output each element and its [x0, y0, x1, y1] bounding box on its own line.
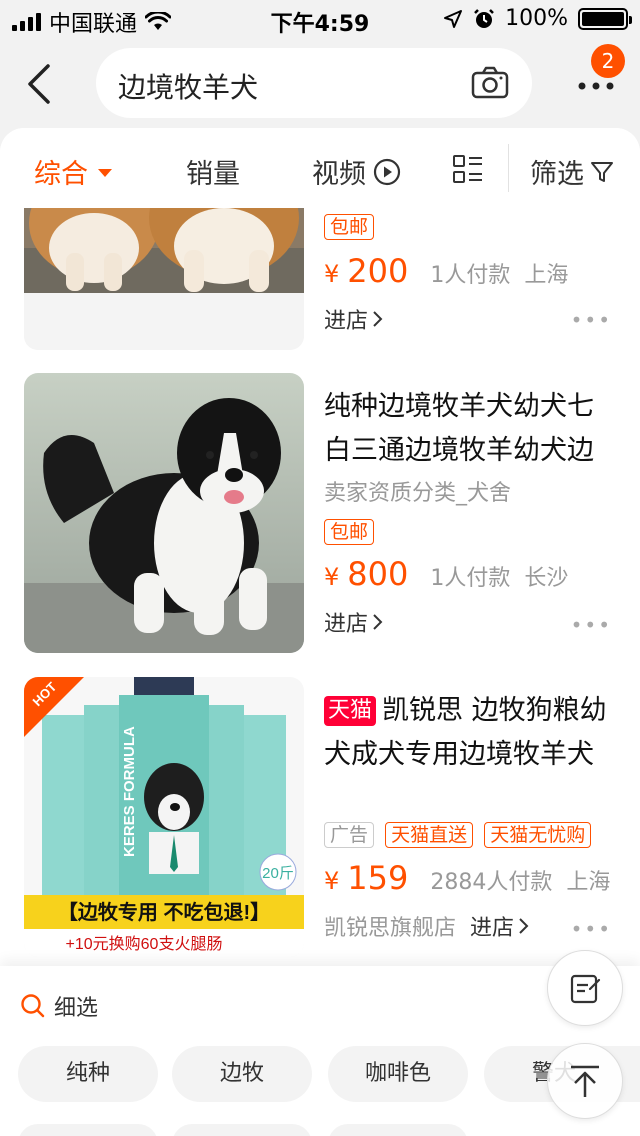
more-dots-icon[interactable]: •••: [571, 613, 612, 637]
chevron-right-icon: [373, 311, 383, 327]
currency-symbol: ¥: [324, 867, 340, 895]
store-link-label: 进店: [470, 916, 515, 941]
back-button[interactable]: [22, 62, 56, 106]
price-row: ¥ 800 1人付款 长沙: [324, 555, 568, 593]
filter-funnel-icon: [591, 161, 613, 182]
filter-chip-row-2: [18, 1124, 158, 1136]
filter-chip[interactable]: 咖啡色: [328, 1046, 468, 1102]
store-link[interactable]: 凯锐思旗舰店 进店: [324, 910, 530, 942]
shop-name: 凯锐思旗舰店: [324, 916, 457, 941]
tab-filter[interactable]: 筛选: [530, 152, 614, 191]
tag-list: 广告 天猫直送 天猫无忧购: [324, 822, 597, 848]
dog-food-product-photo: KERES FORMULA 20斤 HOT 【边牧专用 不吃包退!】 +10元换…: [24, 677, 304, 957]
free-shipping-tag: 包邮: [324, 214, 375, 240]
tab-video[interactable]: 视频: [312, 152, 402, 191]
chevron-right-icon: [373, 614, 383, 630]
tab-sales[interactable]: 销量: [186, 152, 240, 191]
banner-text: 【边牧专用 不吃包退!】: [58, 900, 270, 924]
filter-chip[interactable]: 边牧: [172, 1046, 312, 1102]
price: 159: [347, 859, 409, 897]
store-link[interactable]: 进店: [324, 606, 384, 638]
tab-label: 视频: [312, 159, 366, 190]
store-link-label: 进店: [324, 612, 369, 637]
product-card[interactable]: KERES FORMULA 20斤 HOT 【边牧专用 不吃包退!】 +10元换…: [24, 677, 620, 957]
location: 上海: [566, 870, 611, 895]
product-list: 包邮 ¥ 200 1人付款 上海 进店 ••• 纯种边境牧羊犬幼犬七白三通边境牧…: [0, 208, 640, 988]
tab-label: 筛选: [530, 159, 584, 190]
seller-qualification: 卖家资质分类_犬舍: [324, 481, 512, 506]
product-title: 纯种边境牧羊犬幼犬七白三通边境牧羊幼犬边: [324, 391, 594, 466]
tab-comprehensive[interactable]: 综合: [34, 152, 112, 191]
play-circle-icon: [373, 158, 401, 185]
arrow-up-icon: [571, 1065, 599, 1097]
search-query: 边境牧羊犬: [118, 71, 259, 104]
search-input[interactable]: 边境牧羊犬: [96, 48, 532, 118]
store-link[interactable]: 进店: [324, 303, 384, 335]
weight-label: 20斤: [262, 865, 294, 882]
battery-icon: [578, 7, 632, 30]
chevron-right-icon: [519, 918, 529, 934]
camera-icon: [471, 66, 509, 99]
refine-header[interactable]: 细选: [20, 990, 98, 1022]
filter-chip-row-2: [172, 1124, 312, 1136]
store-link-label: 进店: [324, 309, 369, 334]
list-grid-icon: [453, 155, 482, 183]
price-row: ¥ 159 2884人付款 上海: [324, 859, 610, 897]
product-image: [24, 373, 304, 653]
price-row: ¥ 200 1人付款 上海: [324, 252, 568, 290]
results-panel: 综合 销量 视频 筛选 包邮 ¥ 200 1人付款 上海 进店 ••• 纯种边境…: [0, 128, 640, 988]
border-collie-puppy-photo: [24, 373, 304, 653]
sales-count: 1人付款: [430, 566, 511, 591]
filter-chip[interactable]: 纯种: [18, 1046, 158, 1102]
filter-chip-row-2: [328, 1124, 468, 1136]
sales-count: 2884人付款: [430, 870, 553, 895]
product-card[interactable]: 包邮 ¥ 200 1人付款 上海 进店 •••: [24, 208, 620, 350]
notification-badge: 2: [591, 44, 625, 78]
promo-text: +10元换购60支火腿肠: [66, 935, 223, 953]
alarm-icon: [474, 8, 494, 28]
tag-list: 包邮: [324, 519, 380, 545]
refine-panel: 细选 纯种 边牧 咖啡色 警犬: [0, 966, 640, 1136]
tab-label: 销量: [186, 159, 240, 190]
more-dots-icon[interactable]: •••: [571, 308, 612, 332]
product-image: KERES FORMULA 20斤 HOT 【边牧专用 不吃包退!】 +10元换…: [24, 677, 304, 957]
status-right: 100%: [443, 6, 632, 31]
battery-percent: 100%: [505, 6, 568, 31]
back-arrow-icon: [28, 64, 50, 104]
back-to-top-button[interactable]: [547, 1043, 623, 1119]
product-title: 天猫 凯锐思 边牧狗粮幼犬成犬专用边境牧羊犬: [324, 689, 620, 777]
brand-text: KERES FORMULA: [121, 726, 138, 857]
location-arrow-icon: [444, 9, 463, 28]
layout-toggle[interactable]: [452, 154, 484, 184]
refine-title: 细选: [54, 996, 99, 1021]
puppies-photo: [24, 208, 304, 350]
currency-symbol: ¥: [324, 563, 340, 591]
tmall-direct-tag: 天猫直送: [385, 822, 474, 848]
sort-divider: [508, 144, 509, 192]
price: 200: [347, 252, 409, 290]
notepad-icon: [570, 974, 601, 1004]
tab-label: 综合: [34, 159, 88, 190]
sales-count: 1人付款: [430, 263, 511, 288]
ad-label: 广告: [324, 822, 375, 848]
search-icon: [21, 994, 45, 1018]
more-dots-icon[interactable]: •••: [571, 917, 612, 941]
tmall-badge: 天猫: [324, 696, 377, 726]
product-card[interactable]: 纯种边境牧羊犬幼犬七白三通边境牧羊幼犬边 卖家资质分类_犬舍 包邮 ¥ 800 …: [24, 373, 620, 653]
tmall-worry-free-tag: 天猫无忧购: [484, 822, 592, 848]
status-bar: 中国联通 下午4:59 100%: [0, 0, 640, 40]
tag-list: 包邮: [324, 214, 380, 240]
camera-button[interactable]: [470, 63, 510, 103]
location: 长沙: [524, 566, 569, 591]
product-image: [24, 208, 304, 350]
currency-symbol: ¥: [324, 260, 340, 288]
notes-button[interactable]: [547, 950, 623, 1026]
sort-bar: 综合 销量 视频 筛选: [0, 128, 640, 208]
caret-down-icon: [98, 168, 112, 177]
free-shipping-tag: 包邮: [324, 519, 375, 545]
location: 上海: [524, 263, 569, 288]
price: 800: [347, 555, 409, 593]
search-header: 边境牧羊犬 2: [0, 40, 640, 128]
